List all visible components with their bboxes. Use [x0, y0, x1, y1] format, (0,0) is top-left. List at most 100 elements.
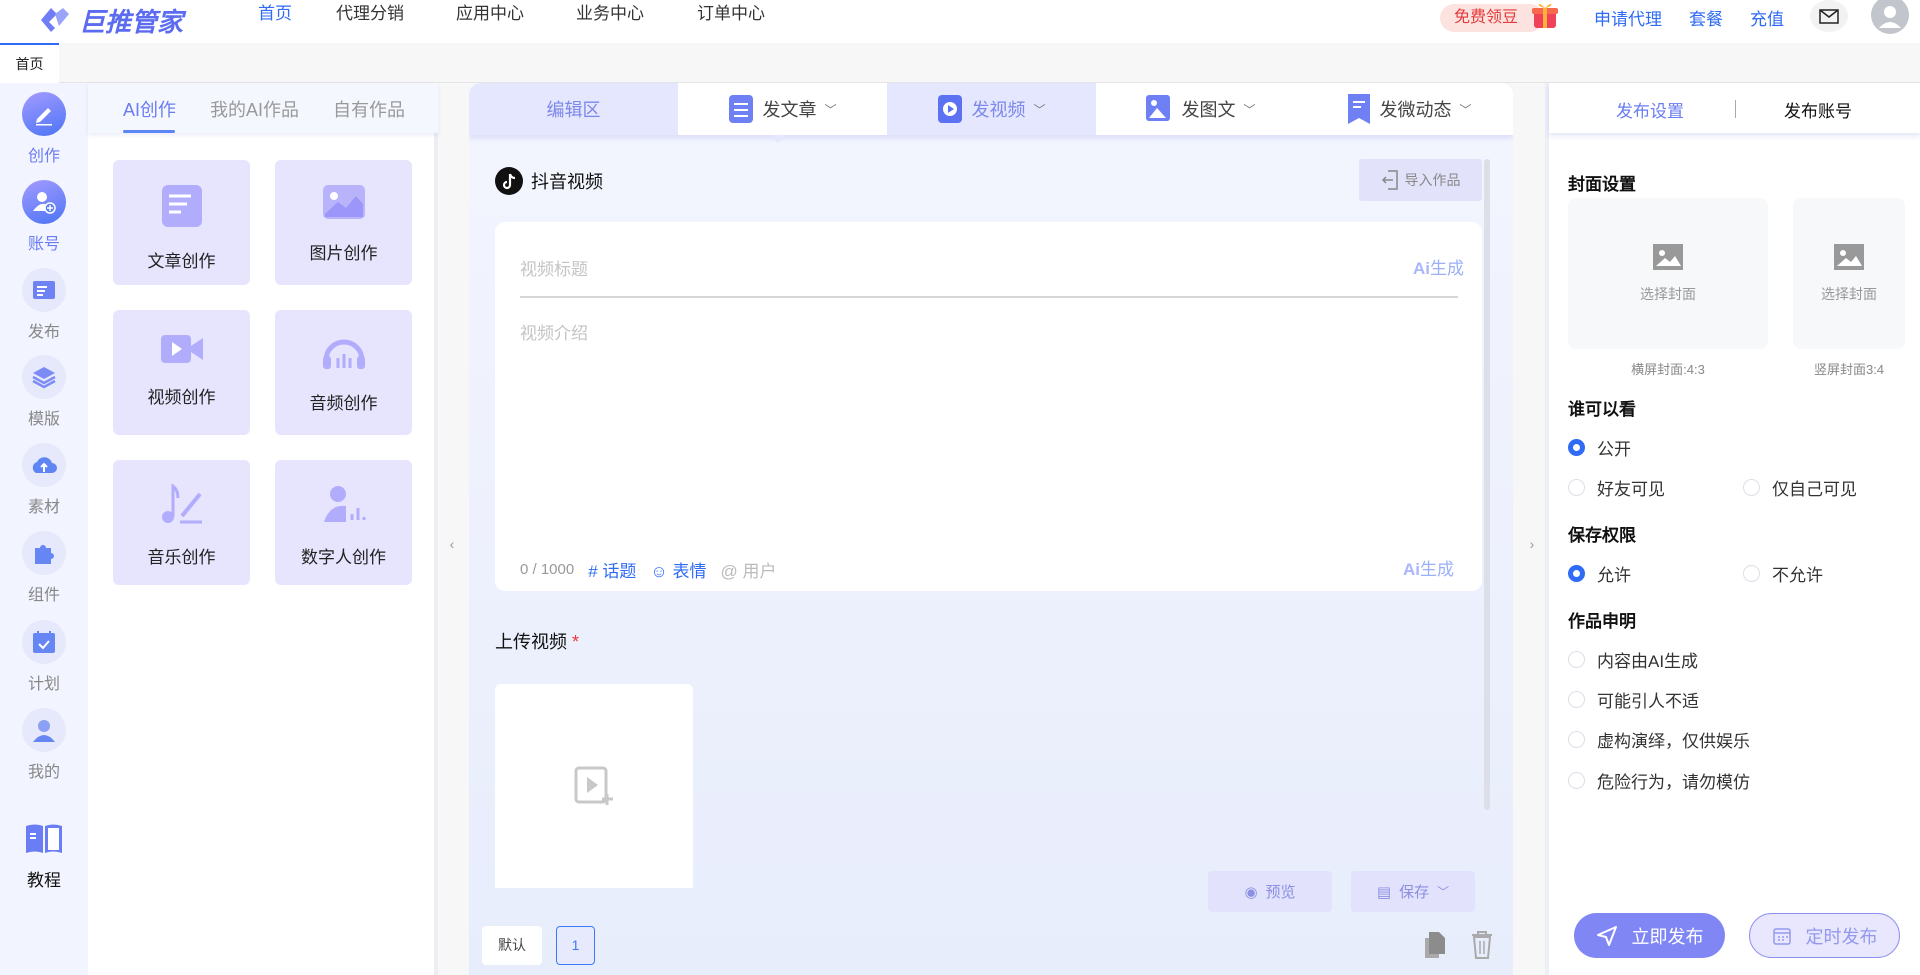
- rail-item-account[interactable]: 账号: [0, 180, 88, 254]
- declaration-discomfort[interactable]: 可能引人不适: [1568, 687, 1699, 712]
- intro-toolbar: 0 / 1000 # 话题 ☺ 表情 @ 用户: [520, 557, 776, 582]
- scrollbar[interactable]: [1484, 159, 1490, 810]
- logo[interactable]: 巨推管家: [37, 3, 183, 37]
- bookmark-icon: [1348, 94, 1371, 124]
- tab-editor[interactable]: 编辑区: [469, 83, 678, 135]
- tab-micro-post[interactable]: 发微动态 ﹀: [1305, 83, 1513, 135]
- tab-own-works[interactable]: 自有作品: [333, 96, 405, 122]
- image-placeholder-icon: [1653, 243, 1683, 270]
- avatar[interactable]: [1871, 0, 1909, 34]
- tab-label: 发微动态: [1379, 100, 1452, 120]
- rail-item-plan[interactable]: 计划: [0, 620, 88, 694]
- rail-item-publish[interactable]: 发布: [0, 268, 88, 342]
- tiktok-icon: [495, 167, 523, 195]
- radio-private[interactable]: 仅自己可见: [1743, 475, 1857, 500]
- layers-icon: [22, 355, 66, 399]
- active-tab-indicator: [123, 130, 175, 133]
- video-title-input[interactable]: 视频标题: [520, 255, 588, 280]
- tab-video[interactable]: 发视频 ﹀: [887, 83, 1096, 135]
- rail-item-materials[interactable]: 素材: [0, 443, 88, 517]
- ai-generate-title-button[interactable]: Ai生成: [1413, 254, 1464, 279]
- tab-default[interactable]: 默认: [482, 926, 542, 965]
- radio-public[interactable]: 公开: [1568, 435, 1631, 460]
- collapse-left-arrow[interactable]: ‹: [444, 536, 460, 560]
- publish-icon: [22, 268, 66, 312]
- rail-item-components[interactable]: 组件: [0, 531, 88, 605]
- video-info-card: 视频标题 Ai生成 视频介绍 0 / 1000 # 话题 ☺ 表情 @ 用户 A…: [495, 222, 1482, 591]
- chevron-down-icon: ﹀: [1437, 885, 1450, 899]
- card-label: 文章创作: [147, 252, 216, 271]
- card-digital-human[interactable]: 数字人创作: [275, 460, 412, 585]
- rail-item-create[interactable]: 创作: [0, 92, 88, 166]
- card-music[interactable]: 音乐创作: [113, 460, 250, 585]
- radio-friends[interactable]: 好友可见: [1568, 475, 1665, 500]
- page-1-button[interactable]: 1: [556, 926, 595, 965]
- topic-button[interactable]: # 话题: [588, 557, 636, 582]
- radio-allow[interactable]: 允许: [1568, 561, 1631, 586]
- eye-icon: ◉: [1244, 883, 1258, 901]
- save-permission-title: 保存权限: [1568, 526, 1636, 545]
- card-article[interactable]: 文章创作: [113, 160, 250, 285]
- card-label: 数字人创作: [301, 548, 386, 567]
- declaration-dangerous[interactable]: 危险行为，请勿模仿: [1568, 768, 1750, 793]
- book-icon: [26, 824, 62, 853]
- import-icon: [1381, 170, 1398, 190]
- upload-video-label: 上传视频 *: [495, 632, 580, 652]
- tab-image-text[interactable]: 发图文 ﹀: [1096, 83, 1305, 135]
- calendar-icon: [1772, 927, 1791, 945]
- rail-item-mine[interactable]: 我的: [0, 708, 88, 782]
- video-intro-textarea[interactable]: 视频介绍: [520, 319, 588, 344]
- upload-video-box[interactable]: [495, 684, 693, 888]
- rail-label: 素材: [27, 499, 60, 516]
- recharge-link[interactable]: 充值: [1750, 5, 1784, 30]
- page-tab-home[interactable]: 首页: [0, 43, 59, 83]
- vertical-cover-picker[interactable]: 选择封面: [1793, 198, 1905, 349]
- tab-label: 发文章: [762, 100, 817, 120]
- declaration-fiction[interactable]: 虚构演绎，仅供娱乐: [1568, 727, 1750, 752]
- plans-link[interactable]: 套餐: [1689, 5, 1723, 30]
- tab-label: 发视频: [971, 100, 1026, 120]
- play-icon: [938, 95, 963, 123]
- nav-business[interactable]: 业务中心: [576, 0, 644, 43]
- copy-icon[interactable]: [1423, 930, 1447, 960]
- tab-publish-account[interactable]: 发布账号: [1784, 97, 1852, 122]
- gift-icon: [1532, 3, 1558, 28]
- ai-generate-intro-button[interactable]: Ai生成: [1403, 555, 1454, 580]
- collapse-right-arrow[interactable]: ›: [1524, 536, 1540, 560]
- declaration-ai-generated[interactable]: 内容由AI生成: [1568, 647, 1698, 672]
- user-avatar-icon: [1879, 6, 1901, 28]
- declaration-title: 作品申明: [1568, 612, 1636, 631]
- preview-button[interactable]: ◉ 预览: [1208, 871, 1332, 912]
- mail-button[interactable]: [1810, 0, 1848, 32]
- tab-publish-settings[interactable]: 发布设置: [1616, 97, 1684, 122]
- tab-my-ai-works[interactable]: 我的AI作品: [210, 96, 299, 122]
- radio-disallow[interactable]: 不允许: [1743, 561, 1823, 586]
- schedule-publish-button[interactable]: 定时发布: [1749, 913, 1900, 958]
- user-add-icon: [22, 180, 66, 224]
- article-icon: [161, 185, 202, 227]
- rail-item-tutorial[interactable]: 教程: [0, 823, 88, 891]
- mention-user-button[interactable]: @ 用户: [721, 557, 777, 582]
- nav-orders[interactable]: 订单中心: [697, 0, 765, 43]
- logo-icon: [41, 8, 69, 32]
- tab-article[interactable]: 发文章 ﹀: [678, 83, 887, 135]
- tab-ai-create[interactable]: AI创作: [123, 96, 176, 122]
- chevron-down-icon: ﹀: [1459, 102, 1472, 117]
- apply-agent-link[interactable]: 申请代理: [1594, 5, 1662, 30]
- emoji-button[interactable]: ☺ 表情: [650, 557, 706, 582]
- nav-home[interactable]: 首页: [258, 0, 292, 43]
- rail-item-templates[interactable]: 模版: [0, 355, 88, 429]
- publish-now-button[interactable]: 立即发布: [1574, 913, 1725, 958]
- trash-icon[interactable]: [1470, 930, 1494, 960]
- platform-name: 抖音视频: [531, 172, 603, 192]
- card-audio[interactable]: 音频创作: [275, 310, 412, 435]
- card-image[interactable]: 图片创作: [275, 160, 412, 285]
- horizontal-cover-picker[interactable]: 选择封面: [1568, 198, 1768, 349]
- save-button[interactable]: ▤ 保存 ﹀: [1351, 871, 1475, 912]
- puzzle-icon: [22, 531, 66, 575]
- nav-agent[interactable]: 代理分销: [336, 0, 404, 43]
- card-video[interactable]: 视频创作: [113, 310, 250, 435]
- import-works-button[interactable]: 导入作品: [1359, 159, 1482, 201]
- free-beans-button[interactable]: 免费领豆: [1440, 4, 1544, 32]
- nav-apps[interactable]: 应用中心: [456, 0, 524, 43]
